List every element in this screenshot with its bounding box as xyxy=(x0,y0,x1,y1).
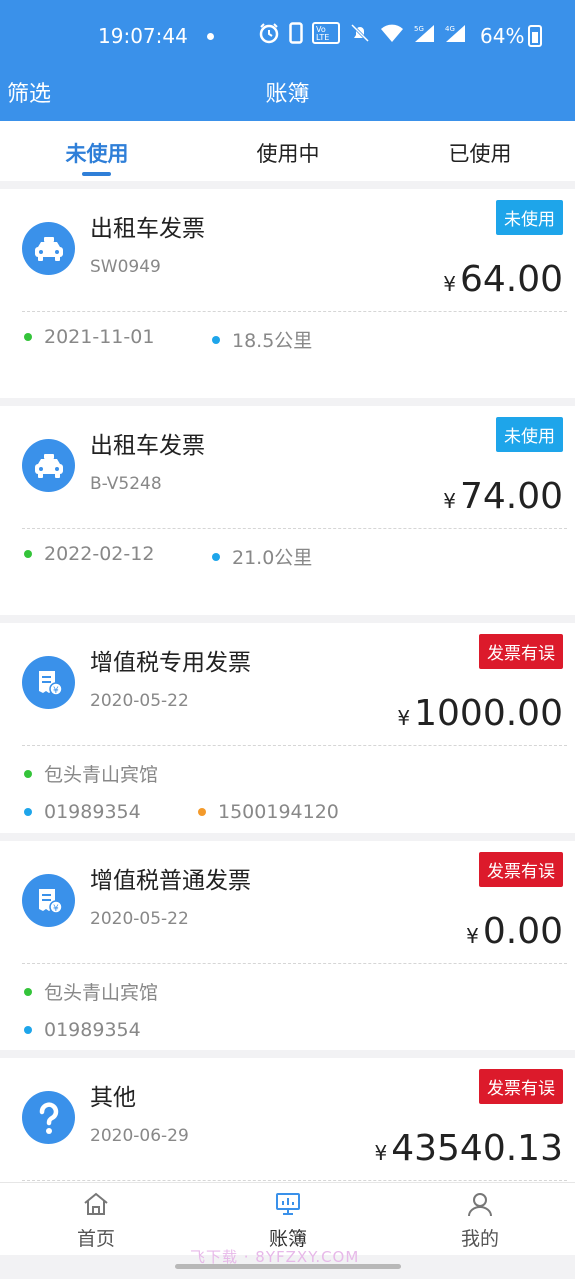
orange-dot-icon xyxy=(198,808,206,816)
nav-label: 我的 xyxy=(460,1228,499,1250)
invoice-card[interactable]: 出租车发票 SW0949 未使用 ¥64.00 2021-11-01 18.5公… xyxy=(0,189,575,398)
question-icon xyxy=(22,1091,75,1144)
mute-icon xyxy=(350,23,370,43)
amount-value: 43540.13 xyxy=(391,1128,563,1169)
blue-dot-icon xyxy=(24,1026,32,1034)
page-title: 账簿 xyxy=(265,82,310,107)
invoice-date: 2020-05-22 xyxy=(90,909,189,929)
invoice-receipt-icon: ¥ xyxy=(22,656,75,709)
blue-dot-icon xyxy=(24,808,32,816)
svg-text:¥: ¥ xyxy=(53,904,59,914)
invoice-title: 出租车发票 xyxy=(90,216,205,242)
status-badge: 发票有误 xyxy=(479,1069,563,1104)
blue-dot-icon xyxy=(212,552,220,561)
signal-5g-icon: 5G xyxy=(414,25,434,42)
invoice-card[interactable]: 出租车发票 B-V5248 未使用 ¥74.00 2022-02-12 21.0… xyxy=(0,406,575,615)
ledger-icon xyxy=(276,1193,300,1215)
invoice-serial: 1500194120 xyxy=(198,801,339,823)
invoice-card[interactable]: ¥ 增值税专用发票 2020-05-22 发票有误 ¥1000.00 包头青山宾… xyxy=(0,623,575,833)
invoice-title: 其他 xyxy=(90,1085,136,1111)
invoice-amount: ¥74.00 xyxy=(443,476,563,517)
amount-value: 1000.00 xyxy=(414,693,563,734)
divider xyxy=(22,745,567,746)
currency-symbol: ¥ xyxy=(374,1141,388,1165)
status-time: 19:07:44 xyxy=(98,24,188,48)
invoice-code: 01989354 xyxy=(24,1019,141,1041)
currency-symbol: ¥ xyxy=(443,272,456,296)
battery-percentage: 64% xyxy=(480,24,525,48)
user-icon xyxy=(468,1193,492,1217)
nav-profile[interactable]: 我的 xyxy=(420,1191,540,1251)
invoice-code: 01989354 xyxy=(24,801,141,823)
blue-dot-icon xyxy=(212,335,220,344)
divider xyxy=(22,311,567,312)
tab-in-use[interactable]: 使用中 xyxy=(218,138,358,168)
invoice-amount: ¥64.00 xyxy=(443,259,563,300)
alarm-icon xyxy=(259,23,279,44)
seller-name: 包头青山宾馆 xyxy=(24,760,158,787)
green-dot-icon xyxy=(24,769,32,778)
invoice-date: 2021-11-01 xyxy=(24,326,154,348)
nav-label: 首页 xyxy=(76,1228,115,1250)
nav-home[interactable]: 首页 xyxy=(36,1191,156,1251)
status-badge: 发票有误 xyxy=(479,852,563,887)
status-icons: Vo LTE 5G 4G xyxy=(258,22,466,44)
svg-text:4G: 4G xyxy=(445,25,455,33)
home-icon xyxy=(84,1192,108,1215)
invoice-title: 增值税专用发票 xyxy=(90,650,251,676)
taxi-icon xyxy=(22,439,75,492)
invoice-title: 出租车发票 xyxy=(90,433,205,459)
nav-ledger[interactable]: 账簿 xyxy=(228,1191,348,1251)
invoice-date: 2020-06-29 xyxy=(90,1126,189,1146)
active-tab-indicator xyxy=(82,172,111,176)
app-header: 筛选 账簿 xyxy=(0,68,575,121)
invoice-card[interactable]: 其他 2020-06-29 发票有误 ¥43540.13 xyxy=(0,1058,575,1182)
invoice-date: 2020-05-22 xyxy=(90,691,189,711)
status-badge: 发票有误 xyxy=(479,634,563,669)
invoice-title: 增值税普通发票 xyxy=(90,868,251,894)
invoice-card[interactable]: ¥ 增值税普通发票 2020-05-22 发票有误 ¥0.00 包头青山宾馆 0… xyxy=(0,841,575,1050)
bottom-nav: 首页 账簿 我的 xyxy=(0,1182,575,1256)
status-tabs: 未使用 使用中 已使用 xyxy=(0,121,575,181)
tab-unused[interactable]: 未使用 xyxy=(27,138,167,168)
notification-dot xyxy=(207,33,214,40)
status-badge: 未使用 xyxy=(496,417,563,452)
invoice-amount: ¥0.00 xyxy=(466,911,563,952)
green-dot-icon xyxy=(24,987,32,996)
status-badge: 未使用 xyxy=(496,200,563,235)
svg-text:LTE: LTE xyxy=(316,33,329,42)
invoice-date: 2022-02-12 xyxy=(24,543,154,565)
amount-value: 0.00 xyxy=(482,911,563,952)
invoice-receipt-icon: ¥ xyxy=(22,874,75,927)
status-bar: 19:07:44 Vo LTE 5G 4G 64% xyxy=(0,0,575,68)
signal-4g-icon: 4G xyxy=(445,25,465,42)
home-indicator[interactable] xyxy=(175,1264,401,1269)
currency-symbol: ¥ xyxy=(443,489,456,513)
taxi-icon xyxy=(22,222,75,275)
currency-symbol: ¥ xyxy=(397,706,411,730)
svg-text:¥: ¥ xyxy=(53,686,59,696)
currency-symbol: ¥ xyxy=(466,924,479,948)
wifi-icon xyxy=(381,24,403,42)
divider xyxy=(22,963,567,964)
volte-icon: VoLTE xyxy=(312,22,340,44)
invoice-number: SW0949 xyxy=(90,257,161,277)
seller-name: 包头青山宾馆 xyxy=(24,978,158,1005)
green-dot-icon xyxy=(24,333,32,341)
svg-text:5G: 5G xyxy=(414,25,424,33)
amount-value: 74.00 xyxy=(459,476,563,517)
divider xyxy=(22,1180,567,1181)
battery-icon xyxy=(528,25,542,47)
tab-used[interactable]: 已使用 xyxy=(410,138,550,168)
invoice-distance: 18.5公里 xyxy=(212,326,312,353)
invoice-amount: ¥1000.00 xyxy=(397,693,563,734)
green-dot-icon xyxy=(24,550,32,558)
divider xyxy=(22,528,567,529)
amount-value: 64.00 xyxy=(459,259,563,300)
phone-icon xyxy=(289,22,303,44)
invoice-number: B-V5248 xyxy=(90,474,162,494)
invoice-distance: 21.0公里 xyxy=(212,543,312,570)
invoice-amount: ¥43540.13 xyxy=(374,1128,563,1169)
